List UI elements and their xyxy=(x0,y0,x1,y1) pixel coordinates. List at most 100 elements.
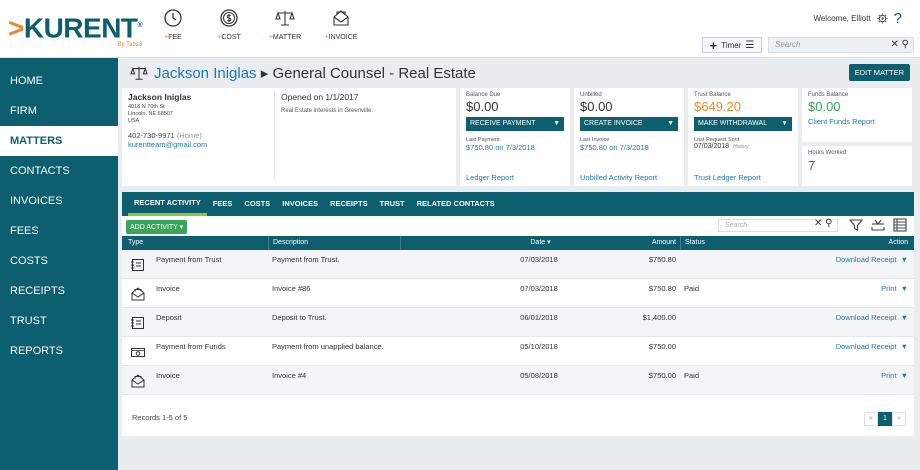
table-row[interactable]: Deposit Deposit to Trust. 06/01/2018 $1,… xyxy=(122,308,914,337)
funds-balance-card: Funds Balance $0.00 Client Funds Report xyxy=(802,88,912,142)
tab-recent-activity[interactable]: RECENT ACTIVITY xyxy=(128,192,207,216)
records-count: Records 1-5 of 5 xyxy=(132,413,188,422)
row-action-print[interactable]: Print ▼ xyxy=(881,284,908,293)
edit-matter-button[interactable]: EDIT MATTER xyxy=(848,64,910,81)
quick-add-cost-button[interactable]: +COST xyxy=(206,8,252,41)
clock-icon xyxy=(164,9,182,27)
row-action-label: Download Receipt xyxy=(835,255,897,264)
add-activity-button[interactable]: ADD ACTIVITY ▾ xyxy=(126,220,188,234)
timer-button[interactable]: + Timer ☰ xyxy=(702,37,762,53)
matter-opened-date: Opened on 1/1/2017 xyxy=(281,92,359,102)
quick-add-fee-button[interactable]: +FEE xyxy=(150,8,196,41)
help-icon[interactable]: ? xyxy=(894,10,902,27)
sidebar-item-contacts[interactable]: CONTACTS xyxy=(0,156,118,186)
dropdown-caret-icon[interactable]: ▼ xyxy=(901,284,908,293)
activity-tabs: RECENT ACTIVITY FEES COSTS INVOICES RECE… xyxy=(122,192,914,216)
matter-header: Jackson Iniglas ▸ General Counsel - Real… xyxy=(122,58,914,88)
last-payment-link[interactable]: $750.80 on 7/3/2018 xyxy=(466,143,564,152)
column-header-status[interactable]: Status xyxy=(680,236,705,250)
table-row[interactable]: Payment from Trust Payment from Trust. 0… xyxy=(122,250,914,279)
client-email-link[interactable]: kurentteam@gmail.com xyxy=(128,140,207,149)
sidebar-item-fees[interactable]: FEES xyxy=(0,216,118,246)
tab-trust[interactable]: TRUST xyxy=(374,192,411,216)
sidebar-item-matters[interactable]: MATTERS xyxy=(0,126,118,156)
column-header-description[interactable]: Description xyxy=(268,236,308,250)
quick-add-invoice-button[interactable]: +INVOICE xyxy=(318,8,364,41)
scale-icon xyxy=(275,11,295,26)
receive-payment-button[interactable]: RECEIVE PAYMENT ▼ xyxy=(466,117,564,131)
dropdown-caret-icon[interactable]: ▼ xyxy=(901,313,908,322)
activity-table-header: Type Description Date ▾ Amount Status Ac… xyxy=(122,236,914,250)
tab-related-contacts[interactable]: RELATED CONTACTS xyxy=(411,192,501,216)
pagination-next-button[interactable]: » xyxy=(892,412,906,426)
main-content: Jackson Iniglas ▸ General Counsel - Real… xyxy=(122,58,914,436)
sidebar-item-receipts[interactable]: RECEIPTS xyxy=(0,276,118,306)
table-row[interactable]: Payment from Funds Payment from unapplie… xyxy=(122,337,914,366)
funds-column: Funds Balance $0.00 Client Funds Report … xyxy=(802,88,912,186)
row-action-print[interactable]: Print ▼ xyxy=(881,371,908,380)
pagination-prev-button[interactable]: « xyxy=(864,412,878,426)
dropdown-caret-icon[interactable]: ▼ xyxy=(901,255,908,264)
page-title: Jackson Iniglas ▸ General Counsel - Real… xyxy=(154,64,476,82)
pagination: « 1 » xyxy=(864,412,906,426)
ledger-report-link[interactable]: Ledger Report xyxy=(466,173,514,182)
global-search-input[interactable]: Search ✕ ⚲ xyxy=(768,37,914,53)
gear-icon[interactable] xyxy=(877,13,888,24)
tab-fees[interactable]: FEES xyxy=(207,192,239,216)
sidebar-item-home[interactable]: HOME xyxy=(0,66,118,96)
invoice-envelope-icon xyxy=(130,286,148,302)
row-amount: $750.80 xyxy=(648,284,676,293)
trust-ledger-report-link[interactable]: Trust Ledger Report xyxy=(694,173,761,182)
tab-costs[interactable]: COSTS xyxy=(238,192,276,216)
row-action-download-receipt[interactable]: Download Receipt ▼ xyxy=(836,342,908,351)
row-amount: $750.00 xyxy=(648,342,676,351)
sidebar-item-costs[interactable]: COSTS xyxy=(0,246,118,276)
table-row[interactable]: Invoice Invoice #4 05/08/2018 $750.00 Pa… xyxy=(122,366,914,395)
sidebar-item-invoices[interactable]: INVOICES xyxy=(0,186,118,216)
client-name: Jackson Iniglas xyxy=(128,92,192,102)
make-withdrawal-button[interactable]: MAKE WITHDRAWAL ▼ xyxy=(694,117,792,131)
activity-toolbar: ADD ACTIVITY ▾ Search ✕ ⚲ xyxy=(122,216,914,236)
balance-due-card: Balance Due $0.00 RECEIVE PAYMENT ▼ Last … xyxy=(460,88,570,186)
matter-client-link[interactable]: Jackson Iniglas xyxy=(154,65,257,82)
sidebar-item-reports[interactable]: REPORTS xyxy=(0,336,118,366)
quick-label-cost: COST xyxy=(221,34,241,41)
dropdown-caret-icon[interactable]: ▼ xyxy=(901,371,908,380)
column-header-type[interactable]: Type xyxy=(128,236,143,250)
last-invoice-link[interactable]: $750.80 on 7/3/2018 xyxy=(580,143,678,152)
dropdown-caret-icon[interactable]: ▼ xyxy=(667,117,674,131)
envelope-icon xyxy=(333,10,349,26)
sidebar-item-trust[interactable]: TRUST xyxy=(0,306,118,336)
title-separator: ▸ xyxy=(260,65,269,82)
row-action-download-receipt[interactable]: Download Receipt ▼ xyxy=(836,255,908,264)
search-icon[interactable]: ✕ ⚲ xyxy=(814,218,832,229)
pagination-page-1[interactable]: 1 xyxy=(878,412,892,426)
table-row[interactable]: Invoice Invoice #86 07/03/2018 $750.80 P… xyxy=(122,279,914,308)
column-header-amount[interactable]: Amount xyxy=(562,236,676,250)
client-funds-report-link[interactable]: Client Funds Report xyxy=(808,117,906,126)
columns-icon[interactable] xyxy=(892,217,908,233)
quick-label-matter: MATTER xyxy=(272,34,302,41)
row-action-download-receipt[interactable]: Download Receipt ▼ xyxy=(836,313,908,322)
quick-add-matter-button[interactable]: +MATTER xyxy=(262,8,308,41)
filter-icon[interactable] xyxy=(848,217,864,233)
tab-receipts[interactable]: RECEIPTS xyxy=(324,192,374,216)
trust-balance-label: Trust Balance xyxy=(694,92,731,98)
clear-filter-icon[interactable] xyxy=(870,217,886,233)
matter-details: Opened on 1/1/2017 Real Estate interests… xyxy=(274,92,373,182)
tab-invoices[interactable]: INVOICES xyxy=(276,192,324,216)
row-description: Invoice #86 xyxy=(272,284,311,293)
sidebar-item-firm[interactable]: FIRM xyxy=(0,96,118,126)
logo-tm: ® xyxy=(137,22,143,29)
welcome-text: Welcome, Elliott xyxy=(813,14,871,23)
timer-label: Timer xyxy=(721,40,742,50)
unbilled-activity-report-link[interactable]: Unbilled Activity Report xyxy=(580,173,657,182)
search-clear-icon[interactable]: ✕ ⚲ xyxy=(891,38,909,52)
kurent-logo[interactable]: >KURENT® By Tabs3 xyxy=(8,12,143,48)
dropdown-caret-icon[interactable]: ▼ xyxy=(901,342,908,351)
dropdown-caret-icon[interactable]: ▼ xyxy=(781,117,788,131)
client-phone-number: 402-730-9971 xyxy=(128,131,175,140)
dropdown-caret-icon[interactable]: ▼ xyxy=(553,117,560,131)
history-link[interactable]: History xyxy=(733,144,749,150)
create-invoice-button[interactable]: CREATE INVOICE ▼ xyxy=(580,117,678,131)
